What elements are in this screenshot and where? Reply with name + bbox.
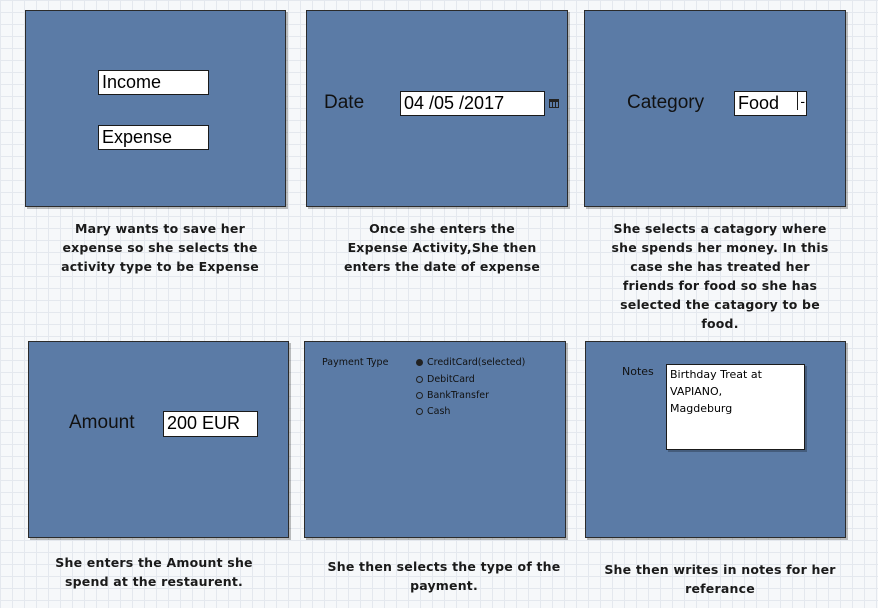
caption-date: Once she enters the Expense Activity,She… bbox=[306, 219, 578, 276]
payment-option-cash[interactable]: Cash bbox=[416, 406, 450, 417]
payment-option-label: BankTransfer bbox=[427, 390, 490, 401]
caption-notes: She then writes in notes for her referan… bbox=[584, 560, 856, 598]
income-option[interactable]: Income bbox=[98, 70, 209, 95]
radio-icon[interactable] bbox=[416, 376, 423, 383]
panel-activity-type bbox=[25, 10, 286, 207]
notes-label: Notes bbox=[622, 365, 654, 378]
caption-payment: She then selects the type of the payment… bbox=[308, 557, 580, 595]
caption-line: referance bbox=[685, 581, 755, 596]
notes-textarea[interactable]: Birthday Treat at VAPIANO, Magdeburg bbox=[666, 364, 805, 450]
caption-line: She selects a catagory where bbox=[613, 221, 827, 236]
caption-category: She selects a catagory where she spends … bbox=[584, 219, 856, 333]
amount-input[interactable]: 200 EUR bbox=[163, 411, 258, 437]
panel-amount bbox=[28, 341, 289, 538]
payment-option-debitcard[interactable]: DebitCard bbox=[416, 374, 475, 385]
notes-line: VAPIANO, bbox=[670, 385, 723, 398]
caption-amount: She enters the Amount she spend at the r… bbox=[18, 553, 290, 591]
caption-line: case she has treated her bbox=[630, 259, 810, 274]
expense-option[interactable]: Expense bbox=[98, 125, 209, 150]
caption-line: friends for food so she has bbox=[622, 278, 818, 293]
amount-label: Amount bbox=[69, 412, 135, 433]
caption-activity-type: Mary wants to save her expense so she se… bbox=[25, 219, 295, 276]
caption-line: She enters the Amount she bbox=[55, 555, 253, 570]
caption-line: Expense Activity,She then bbox=[347, 240, 537, 255]
date-label: Date bbox=[324, 92, 365, 113]
radio-selected-icon[interactable] bbox=[416, 359, 423, 366]
caption-line: spend at the restaurent. bbox=[65, 574, 243, 589]
radio-icon[interactable] bbox=[416, 392, 423, 399]
caption-line: She then selects the type of the bbox=[327, 559, 561, 574]
caption-line: activity type to be Expense bbox=[61, 259, 259, 274]
panel-payment-type bbox=[304, 341, 566, 538]
payment-option-creditcard[interactable]: CreditCard(selected) bbox=[416, 357, 525, 368]
payment-option-banktransfer[interactable]: BankTransfer bbox=[416, 390, 489, 401]
category-select[interactable]: Food - bbox=[734, 91, 807, 116]
calendar-icon[interactable] bbox=[549, 99, 559, 108]
radio-icon[interactable] bbox=[416, 408, 423, 415]
caption-line: payment. bbox=[410, 578, 478, 593]
caption-line: selected the catagory to be bbox=[620, 297, 820, 312]
date-input[interactable]: 04 /05 /2017 bbox=[400, 91, 545, 116]
caption-line: food. bbox=[701, 316, 739, 331]
notes-line: Birthday Treat at bbox=[670, 368, 762, 381]
payment-option-label: DebitCard bbox=[427, 374, 475, 385]
caption-line: Mary wants to save her bbox=[75, 221, 245, 236]
payment-type-label: Payment Type bbox=[322, 357, 389, 368]
caption-line: She then writes in notes for her bbox=[604, 562, 836, 577]
caption-line: enters the date of expense bbox=[343, 259, 541, 274]
payment-option-label: CreditCard(selected) bbox=[427, 357, 526, 368]
payment-option-label: Cash bbox=[427, 406, 451, 417]
caption-line: Once she enters the bbox=[369, 221, 515, 236]
category-value: Food bbox=[738, 93, 780, 113]
caption-line: she spends her money. In this bbox=[611, 240, 829, 255]
notes-line: Magdeburg bbox=[670, 402, 733, 415]
caption-line: expense so she selects the bbox=[62, 240, 258, 255]
dropdown-arrow-icon[interactable]: - bbox=[797, 92, 805, 110]
category-label: Category bbox=[627, 92, 705, 113]
